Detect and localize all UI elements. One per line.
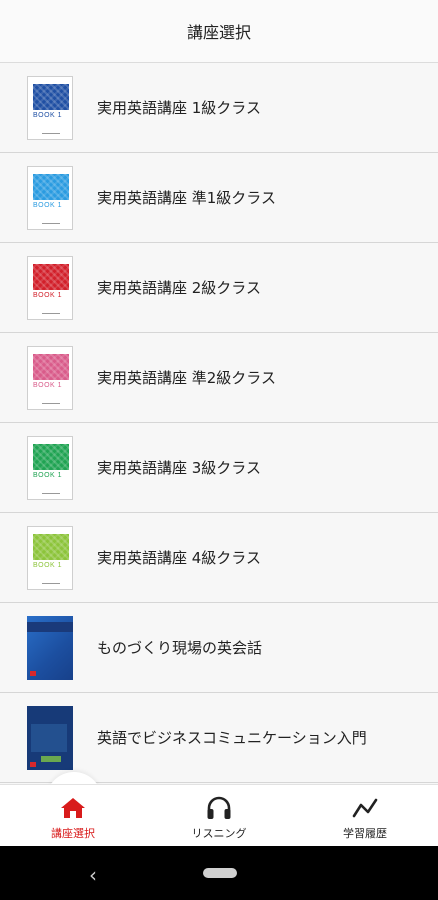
system-navigation-bar: ‹ xyxy=(0,846,438,900)
cover-book-label: BOOK 1 xyxy=(33,561,63,569)
cover-image xyxy=(27,705,73,770)
course-item-jun1kyu[interactable]: BOOK 1 実用英語講座 準1級クラス xyxy=(0,153,438,243)
cover-color-band xyxy=(33,353,69,380)
bottom-navigation: 講座選択 リスニング 学習履歴 xyxy=(0,784,438,847)
course-item-1kyu[interactable]: BOOK 1 実用英語講座 1級クラス xyxy=(0,63,438,153)
course-cover-thumbnail: BOOK 1 xyxy=(27,255,73,320)
cover-publisher-line xyxy=(42,582,60,584)
cover-color-band xyxy=(33,173,69,200)
cover-book-label: BOOK 1 xyxy=(33,291,63,299)
nav-tab-course-select[interactable]: 講座選択 xyxy=(0,785,146,847)
course-item-monozukuri[interactable]: ものづくり現場の英会話 xyxy=(0,603,438,693)
course-item-3kyu[interactable]: BOOK 1 実用英語講座 3級クラス xyxy=(0,423,438,513)
nav-tab-history[interactable]: 学習履歴 xyxy=(292,785,438,847)
course-cover-thumbnail xyxy=(27,705,73,770)
cover-publisher-line xyxy=(42,402,60,404)
cover-publisher-line xyxy=(42,222,60,224)
course-item-jun2kyu[interactable]: BOOK 1 実用英語講座 準2級クラス xyxy=(0,333,438,423)
course-title: 実用英語講座 2級クラス xyxy=(97,279,262,297)
nav-label: 講座選択 xyxy=(51,827,95,840)
course-item-4kyu[interactable]: BOOK 1 実用英語講座 4級クラス xyxy=(0,513,438,603)
course-title: 実用英語講座 1級クラス xyxy=(97,99,262,117)
cover-color-band xyxy=(33,443,69,470)
course-cover-thumbnail: BOOK 1 xyxy=(27,435,73,500)
home-icon xyxy=(58,795,88,821)
course-cover-thumbnail xyxy=(27,615,73,680)
app-header: 講座選択 xyxy=(0,0,438,63)
cover-image xyxy=(27,615,73,680)
course-item-2kyu[interactable]: BOOK 1 実用英語講座 2級クラス xyxy=(0,243,438,333)
course-item-business[interactable]: 英語でビジネスコミュニケーション入門 xyxy=(0,693,438,783)
course-title: 実用英語講座 4級クラス xyxy=(97,549,262,567)
cover-publisher-line xyxy=(42,312,60,314)
home-pill-icon[interactable] xyxy=(203,868,237,878)
cover-color-band xyxy=(33,533,69,560)
headphones-icon xyxy=(204,795,234,821)
course-cover-thumbnail: BOOK 1 xyxy=(27,165,73,230)
cover-color-band xyxy=(33,83,69,110)
course-cover-thumbnail: BOOK 1 xyxy=(27,525,73,590)
course-title: 英語でビジネスコミュニケーション入門 xyxy=(97,729,367,747)
course-title: 実用英語講座 3級クラス xyxy=(97,459,262,477)
page-title: 講座選択 xyxy=(186,23,251,42)
cover-book-label: BOOK 1 xyxy=(33,201,63,209)
cover-publisher-line xyxy=(42,132,60,134)
cover-book-label: BOOK 1 xyxy=(33,111,63,119)
nav-tab-listening[interactable]: リスニング xyxy=(146,785,292,847)
cover-color-band xyxy=(33,263,69,290)
course-title: 実用英語講座 準2級クラス xyxy=(97,369,277,387)
cover-publisher-line xyxy=(42,492,60,494)
nav-label: 学習履歴 xyxy=(343,827,387,840)
course-cover-thumbnail: BOOK 1 xyxy=(27,75,73,140)
course-title: 実用英語講座 準1級クラス xyxy=(97,189,277,207)
cover-book-label: BOOK 1 xyxy=(33,471,63,479)
back-icon[interactable]: ‹ xyxy=(89,863,97,887)
course-title: ものづくり現場の英会話 xyxy=(97,639,263,657)
history-chart-icon xyxy=(350,795,380,821)
course-list: BOOK 1 実用英語講座 1級クラス BOOK 1 実用英語講座 準1級クラス… xyxy=(0,63,438,783)
nav-label: リスニング xyxy=(191,827,247,840)
course-cover-thumbnail: BOOK 1 xyxy=(27,345,73,410)
cover-book-label: BOOK 1 xyxy=(33,381,63,389)
